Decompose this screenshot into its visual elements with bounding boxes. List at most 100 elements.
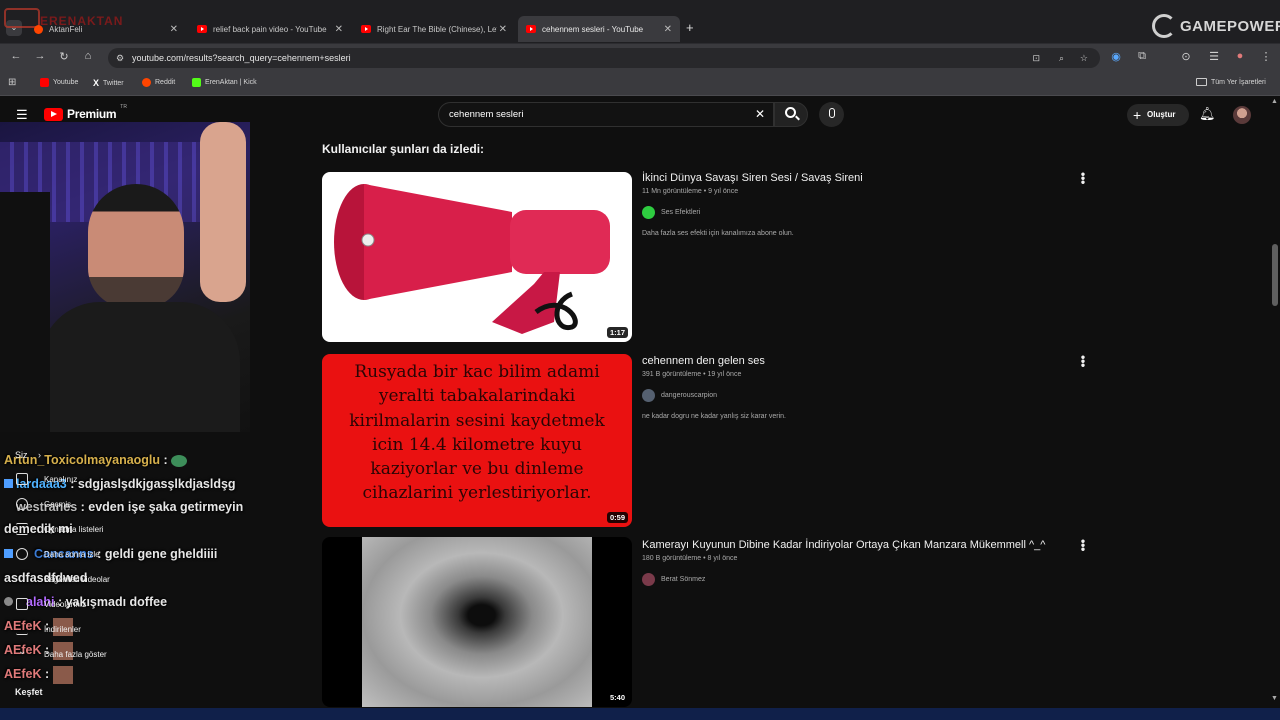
star-icon[interactable]: ☆	[1080, 48, 1088, 68]
browser-tab-bar: ⌄ ERENAKTAN AktanFeli ✕ relief back pain…	[0, 0, 1280, 44]
video-title[interactable]: cehennem den gelen ses	[642, 355, 765, 367]
home-icon[interactable]: ⌂	[80, 50, 96, 62]
hamburger-menu-icon[interactable]: ☰	[16, 107, 28, 123]
gamepower-icon	[1152, 14, 1176, 38]
tab-list-icon[interactable]: ☰	[1206, 50, 1222, 63]
page-scrollbar[interactable]	[1270, 98, 1280, 708]
you-label: Siz	[15, 450, 28, 460]
profile-avatar[interactable]: ●	[1232, 50, 1248, 62]
video-description: ne kadar dogru ne kadar yanlış siz karar…	[642, 413, 786, 420]
channel-name[interactable]: Berat Sönmez	[661, 576, 705, 583]
video-title[interactable]: Kamerayı Kuyunun Dibine Kadar İndiriyola…	[642, 539, 1045, 551]
sidebar-explore-heading: Keşfet	[15, 687, 43, 697]
chat-message: alahi : yakışmadı doffee	[4, 590, 254, 614]
back-icon[interactable]: ←	[8, 50, 24, 62]
more-actions-icon[interactable]: • • •	[1079, 351, 1087, 371]
bookmark-reddit[interactable]: Reddit	[142, 78, 175, 87]
sidebar-section-you[interactable]: Siz ›	[15, 450, 41, 460]
extension-audio-icon[interactable]: ◉	[1108, 50, 1124, 63]
voice-search-button[interactable]	[819, 102, 844, 127]
streamer-head	[88, 184, 184, 308]
megaphone-thumbnail-art	[334, 184, 610, 334]
url-input[interactable]: ⚙ youtube.com/results?search_query=cehen…	[108, 48, 1100, 68]
download-icon	[16, 623, 28, 635]
scroll-up-icon[interactable]: ▲	[1271, 98, 1278, 105]
sidebar-item-downloads[interactable]: İndirilenler	[44, 625, 81, 634]
zoom-icon[interactable]: ⌕	[1059, 48, 1064, 68]
playlist-icon	[16, 523, 28, 535]
forward-icon[interactable]: →	[32, 50, 48, 62]
well-shaft-thumbnail-art	[362, 537, 592, 707]
channel-name[interactable]: dangerouscarpion	[661, 392, 717, 399]
sidebar-item-channel[interactable]: Kanalınız	[44, 475, 77, 484]
site-info-icon[interactable]: ⚙	[116, 48, 124, 68]
video-title[interactable]: İkinci Dünya Savaşı Siren Sesi / Savaş S…	[642, 172, 863, 184]
channel-avatar[interactable]	[642, 206, 655, 219]
sidebar-item-your-videos[interactable]: Videolarınız	[44, 600, 86, 609]
tab-label: Right Ear The Bible (Chinese), Left	[377, 24, 497, 34]
all-bookmarks[interactable]: Tüm Yer İşaretleri	[1196, 78, 1266, 86]
sidebar-item-playlists[interactable]: Oynatma listeleri	[44, 525, 104, 534]
new-tab-button[interactable]: +	[686, 20, 694, 35]
reload-icon[interactable]: ↻	[56, 50, 72, 63]
tab-right-ear-bible[interactable]: Right Ear The Bible (Chinese), Left ✕	[353, 16, 515, 42]
youtube-icon	[197, 25, 207, 33]
video-channel[interactable]: Berat Sönmez	[642, 573, 705, 586]
close-icon[interactable]: ✕	[170, 24, 178, 35]
channel-avatar[interactable]	[642, 389, 655, 402]
tab-cehennem-sesleri[interactable]: cehennem sesleri - YouTube ✕	[518, 16, 680, 42]
thumbnail-caption: Rusyada bir kac bilim adami yeralti taba…	[349, 362, 605, 504]
close-icon[interactable]: ✕	[335, 24, 343, 35]
user-avatar[interactable]	[1233, 106, 1251, 124]
chat-message: westranes : evden işe şaka getirmeyin de…	[4, 496, 254, 542]
chat-user: AEfeK	[4, 667, 42, 681]
more-actions-icon[interactable]: • • •	[1079, 168, 1087, 188]
emote-image	[52, 665, 73, 684]
address-bar: ← → ↻ ⌂ ⚙ youtube.com/results?search_que…	[0, 44, 1280, 72]
sidebar-item-history[interactable]: Geçmiş	[44, 500, 71, 509]
bookmark-twitter[interactable]: X Twitter	[93, 78, 124, 88]
chat-text: :	[160, 453, 172, 467]
video-meta: 11 Mn görüntüleme • 9 yıl önce	[642, 188, 739, 195]
more-actions-icon[interactable]: • • •	[1079, 535, 1087, 555]
chat-message: AEfeK :	[4, 614, 254, 638]
search-input[interactable]: cehennem sesleri ✕	[438, 102, 774, 127]
video-thumbnail[interactable]: Rusyada bir kac bilim adami yeralti taba…	[322, 354, 632, 527]
video-icon	[16, 598, 28, 610]
url-text: youtube.com/results?search_query=cehenne…	[132, 53, 351, 63]
channel-avatar[interactable]	[642, 573, 655, 586]
sidebar-item-watch-later[interactable]: Daha sonra izle	[44, 550, 100, 559]
clear-search-icon[interactable]: ✕	[755, 103, 765, 126]
create-button[interactable]: + Oluştur	[1127, 104, 1189, 126]
video-meta: 391 B görüntüleme • 19 yıl önce	[642, 371, 742, 378]
sidebar-item-liked-videos[interactable]: Beğenilen videolar	[44, 575, 110, 584]
account-icon[interactable]: ⊙	[1178, 50, 1194, 63]
scroll-down-icon[interactable]: ▼	[1271, 695, 1278, 702]
tab-label: relief back pain video - YouTube	[213, 24, 327, 34]
video-channel[interactable]: Ses Efektleri	[642, 206, 700, 219]
video-thumbnail[interactable]: 1:17	[322, 172, 632, 342]
channel-name[interactable]: Ses Efektleri	[661, 209, 700, 216]
bookmark-kick[interactable]: ErenAktan | Kick	[192, 78, 257, 87]
scrollbar-thumb[interactable]	[1272, 244, 1278, 306]
close-icon[interactable]: ✕	[499, 24, 507, 35]
search-button[interactable]	[774, 102, 808, 127]
chat-text: : geldi gene gheldiiii	[93, 547, 218, 561]
youtube-play-icon	[44, 107, 63, 121]
sidebar-show-more[interactable]: Daha fazla göster	[44, 650, 107, 659]
tab-relief-back-pain[interactable]: relief back pain video - YouTube ✕	[189, 16, 351, 42]
bookmark-youtube[interactable]: Youtube	[40, 78, 78, 87]
tab-label: AktanFeli	[49, 24, 83, 34]
youtube-logo[interactable]: Premium TR	[44, 104, 127, 121]
close-icon[interactable]: ✕	[664, 24, 672, 35]
apps-icon[interactable]: ⊞	[8, 77, 16, 88]
menu-icon[interactable]: ⋮	[1258, 50, 1274, 63]
kick-icon	[192, 78, 201, 87]
streamer-body	[40, 302, 240, 432]
video-thumbnail[interactable]: 5:40	[322, 537, 632, 707]
video-channel[interactable]: dangerouscarpion	[642, 389, 717, 402]
extensions-icon[interactable]: ⧉	[1134, 50, 1150, 63]
notifications-bell-icon[interactable]: 🔔︎	[1199, 106, 1216, 122]
install-icon[interactable]: ⊡	[1032, 48, 1040, 68]
tab-aktanfeli[interactable]: AktanFeli ✕	[26, 16, 186, 42]
